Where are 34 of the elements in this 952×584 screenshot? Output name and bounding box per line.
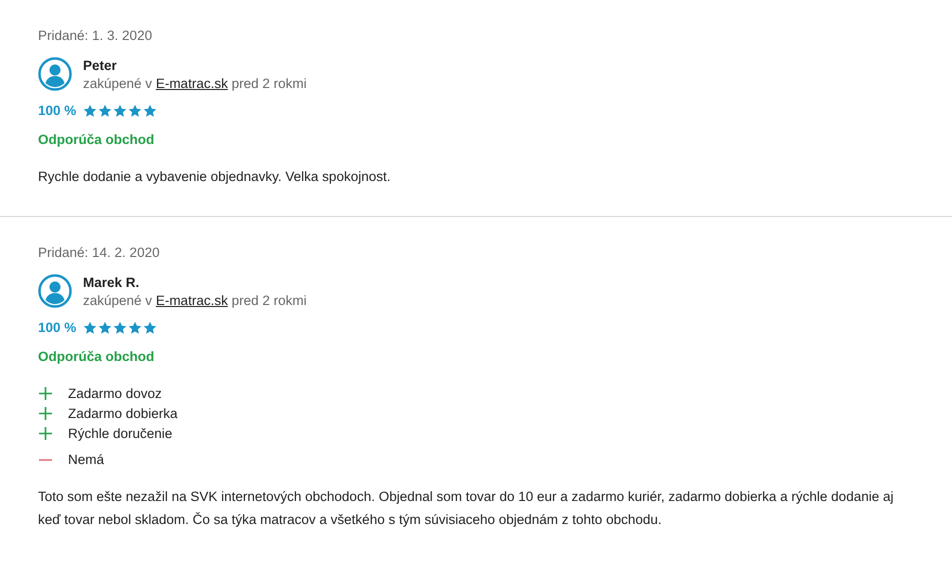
pro-item: Rýchle doručenie bbox=[68, 426, 172, 441]
shop-link[interactable]: E-matrac.sk bbox=[156, 292, 228, 308]
star-icon bbox=[143, 320, 158, 334]
star-icon bbox=[128, 104, 142, 118]
review-text: Toto som ešte nezažil na SVK internetových obchodoch. Objednal som tovar do 10 eur a zadarmo kuriér, zadarmo dobierka a rýchle dodanie aj keď tovar nebol skladom. Čo sa týka matracov a všetkého s tým súvisiaceho objednám z tohto obchodu. bbox=[38, 488, 894, 529]
user-avatar-icon bbox=[38, 57, 72, 91]
recommendation-label: Odporúča obchod bbox=[38, 349, 154, 364]
user-avatar-icon bbox=[38, 274, 72, 308]
reviewer-name: Peter bbox=[83, 58, 117, 72]
star-icon bbox=[128, 320, 142, 334]
pro-item: Zadarmo dovoz bbox=[68, 386, 162, 401]
review-text: Rychle dodanie a vybavenie objednavky. Velka spokojnost. bbox=[38, 168, 392, 186]
review-date: Pridané: 1. 3. 2020 bbox=[38, 28, 152, 43]
recommendation-label: Odporúča obchod bbox=[38, 132, 154, 147]
star-icon bbox=[83, 320, 98, 334]
minus-icon bbox=[38, 458, 53, 460]
star-icon bbox=[98, 320, 112, 334]
con-item: Nemá bbox=[68, 452, 104, 467]
reviewer-name: Marek R. bbox=[83, 274, 140, 290]
star-icon bbox=[113, 104, 128, 118]
star-icon bbox=[143, 104, 158, 118]
rating-score: 100 % bbox=[38, 320, 76, 335]
purchase-info: zakúpené v E-matrac.sk pred 2 rokmi bbox=[83, 76, 307, 90]
rating-score: 100 % bbox=[38, 103, 76, 118]
plus-icon bbox=[38, 406, 53, 421]
star-icon bbox=[113, 320, 128, 334]
review-date: Pridané: 14. 2. 2020 bbox=[38, 245, 160, 260]
plus-icon bbox=[38, 386, 53, 401]
plus-icon bbox=[38, 426, 53, 441]
pro-item: Zadarmo dobierka bbox=[68, 406, 178, 421]
star-icon bbox=[83, 104, 98, 118]
star-icon bbox=[98, 104, 112, 118]
shop-link[interactable]: E-matrac.sk bbox=[156, 76, 228, 90]
purchase-info: zakúpené v E-matrac.sk pred 2 rokmi bbox=[83, 292, 307, 308]
